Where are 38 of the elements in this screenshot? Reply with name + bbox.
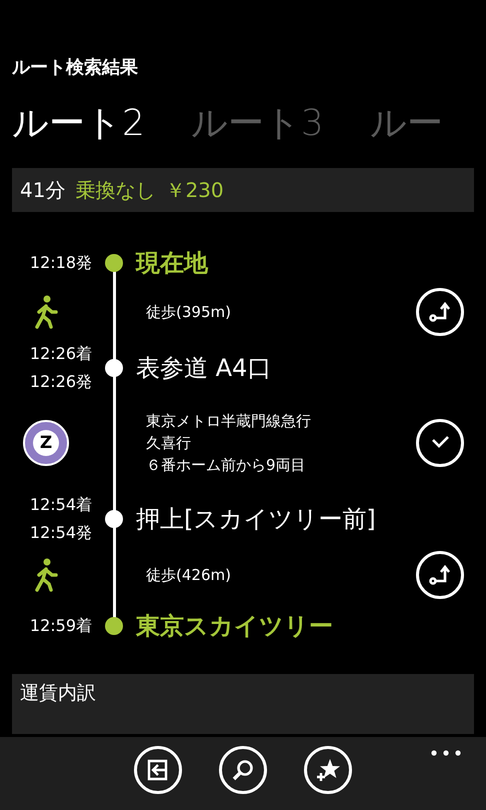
route-icon: [428, 563, 452, 587]
fare-breakdown-title: 運賃内訳: [20, 682, 96, 704]
search-icon: [231, 758, 255, 782]
stop-time: 12:26発: [30, 371, 92, 393]
fare-text: ￥230: [165, 176, 224, 204]
stop-time: 12:54発: [30, 522, 92, 544]
route-button[interactable]: [416, 551, 464, 599]
sign-in-icon: [146, 758, 170, 782]
route-tab[interactable]: ルー: [370, 102, 443, 146]
transfer-text: 乗換なし: [75, 176, 156, 204]
route-icon: [428, 300, 452, 324]
leg-detail-text: 徒歩(426m): [146, 565, 232, 586]
route-tab[interactable]: ルート2: [12, 102, 145, 146]
walking-person-icon: [33, 295, 59, 329]
stop-time: 12:26着: [30, 343, 92, 365]
leg-detail-text: 東京メトロ半蔵門線急行: [146, 411, 312, 432]
stop-name: 現在地: [136, 248, 208, 279]
leg-detail-text: 久喜行: [146, 433, 192, 454]
walking-person-icon: [33, 558, 59, 592]
stop-time: 12:18発: [30, 252, 92, 274]
sign-in-button[interactable]: [134, 746, 182, 794]
route-tab[interactable]: ルート3: [190, 102, 324, 146]
timetable-button[interactable]: [416, 419, 464, 467]
stop-name: 押上[スカイツリー前]: [136, 504, 376, 535]
more-icon[interactable]: [430, 749, 462, 757]
stop-time: 12:59着: [30, 615, 92, 637]
stop-name: 表参道 A4口: [136, 353, 272, 384]
subway-line-badge: Z: [23, 420, 69, 466]
stop-time: 12:54着: [30, 494, 92, 516]
page-title: ルート検索結果: [12, 56, 139, 80]
add-favorite-button[interactable]: [304, 746, 352, 794]
stop-name: 東京スカイツリー: [136, 611, 333, 642]
search-button[interactable]: [219, 746, 267, 794]
add-star-icon: [315, 757, 341, 783]
leg-detail-text: 徒歩(395m): [146, 302, 232, 323]
leg-detail-text: ６番ホーム前から9両目: [146, 455, 307, 476]
route-button[interactable]: [416, 288, 464, 336]
duration-text: 41分: [20, 176, 66, 204]
